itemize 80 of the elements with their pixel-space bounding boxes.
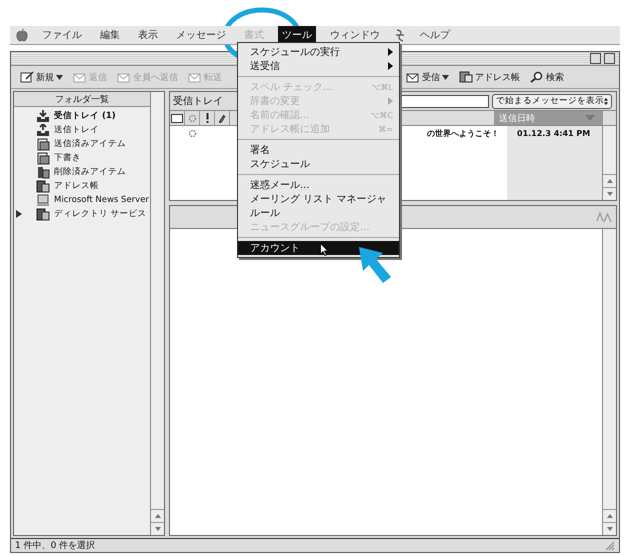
envelope-icon <box>188 71 202 83</box>
folder-label: 下書き <box>54 152 81 164</box>
folder-label: アドレス帳 <box>54 180 99 192</box>
search-icon <box>530 71 544 83</box>
menu-item[interactable]: 表示 <box>134 26 162 44</box>
menu-item[interactable]: スケジュール <box>238 157 399 171</box>
trash-icon <box>36 166 50 178</box>
collapse-button[interactable] <box>604 53 615 64</box>
menu-item[interactable]: 編集 <box>96 26 124 44</box>
message-date: 01.12.3 4:41 PM <box>516 129 592 138</box>
pointer-arrow <box>357 245 393 285</box>
scroll-up-icon[interactable] <box>154 514 160 518</box>
menu-item[interactable]: ヘルプ <box>416 26 454 44</box>
folder-item[interactable]: アドレス帳 <box>14 179 150 193</box>
column-header: フォルダ一覧 <box>14 92 150 107</box>
menu-item[interactable]: ファイル <box>38 26 86 44</box>
book-icon <box>36 208 50 220</box>
resize-grip-icon[interactable] <box>605 540 615 550</box>
script-icon[interactable] <box>394 28 406 42</box>
filter-popup[interactable]: で始まるメッセージを表示 <box>492 94 612 108</box>
font-size-icon[interactable] <box>596 211 612 223</box>
scroll-bar[interactable] <box>602 229 616 535</box>
folder-item[interactable]: Microsoft News Server <box>14 193 150 207</box>
note-icon <box>20 71 34 83</box>
document-icon <box>36 138 50 150</box>
scroll-up-icon[interactable] <box>606 179 612 183</box>
menu-item[interactable]: ウィンドウ <box>326 26 384 44</box>
folder-item[interactable]: 下書き <box>14 151 150 165</box>
scroll-bar[interactable] <box>602 126 616 200</box>
folder-item[interactable]: 送信トレイ <box>14 123 150 137</box>
cursor-icon <box>320 243 329 256</box>
menu-item[interactable]: 迷惑メール... <box>238 178 399 192</box>
folder-label: Microsoft News Server <box>54 195 149 205</box>
folder-label: 受信トレイ (1) <box>54 110 116 122</box>
menu-item[interactable]: ルール <box>238 206 399 220</box>
toolbar-button[interactable]: 検索 <box>527 70 567 84</box>
stepper-arrows-icon <box>604 96 608 106</box>
folder-label: 送信トレイ <box>54 124 99 136</box>
envelope-icon <box>73 71 87 83</box>
status-text: 1 件中、0 件を選択 <box>15 540 96 552</box>
scroll-up-icon[interactable] <box>606 514 612 518</box>
book-icon <box>459 71 473 83</box>
envelope-icon <box>117 71 131 83</box>
toolbar-button[interactable]: 受信 <box>403 70 452 84</box>
envelope-icon <box>171 114 183 122</box>
monitor-icon <box>36 194 50 206</box>
disclosure-triangle-icon[interactable] <box>16 210 22 218</box>
scroll-down-icon[interactable] <box>606 192 612 196</box>
folder-label: 削除済みアイテム <box>54 166 126 178</box>
menu-item[interactable]: メッセージ <box>172 26 230 44</box>
column-header[interactable] <box>170 111 185 125</box>
folder-item[interactable]: 削除済みアイテム <box>14 165 150 179</box>
folder-label: 送信済みアイテム <box>54 138 126 150</box>
scroll-bar[interactable] <box>150 92 164 535</box>
document-icon <box>36 152 50 164</box>
book-icon <box>36 180 50 192</box>
toolbar-button[interactable]: アドレス帳 <box>456 70 523 84</box>
folder-item[interactable]: 送信済みアイテム <box>14 137 150 151</box>
scroll-down-icon[interactable] <box>606 527 612 531</box>
menu-item[interactable]: メーリング リスト マネージャ <box>238 192 399 206</box>
zoom-button[interactable] <box>590 53 601 64</box>
message-subject: の世界へようこそ！ <box>427 128 499 139</box>
scroll-down-icon[interactable] <box>154 527 160 531</box>
menu-item[interactable]: アカウント <box>238 241 399 255</box>
tray-icon <box>36 110 50 122</box>
folder-item[interactable]: 受信トレイ (1) <box>14 109 150 123</box>
sort-arrow-icon <box>585 115 595 121</box>
toolbar-button[interactable]: 新規 <box>17 70 66 84</box>
priority-icon <box>206 113 208 123</box>
folder-item[interactable]: ディレクトリ サービス <box>14 207 150 221</box>
menu-item[interactable]: 送受信 <box>238 59 399 73</box>
tray-icon <box>36 124 50 136</box>
folder-title: 受信トレイ <box>173 94 223 108</box>
filter-field[interactable] <box>399 94 489 108</box>
envelope-icon <box>406 71 420 83</box>
paperclip-icon <box>218 113 226 123</box>
folder-label: ディレクトリ サービス <box>54 208 147 220</box>
apple-icon[interactable] <box>16 28 28 42</box>
menu-item[interactable]: 署名 <box>238 143 399 157</box>
menu-item[interactable]: スケジュールの実行 <box>238 45 399 59</box>
